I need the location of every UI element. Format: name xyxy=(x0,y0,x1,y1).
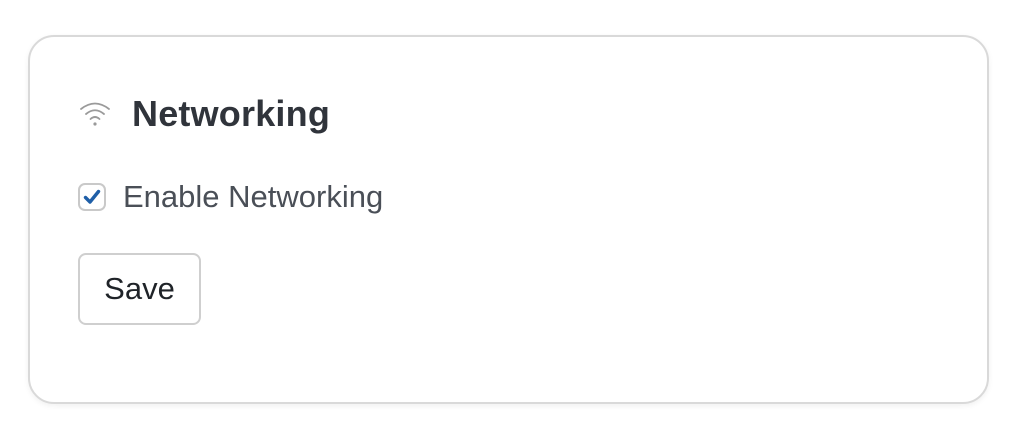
enable-networking-label: Enable Networking xyxy=(123,179,384,214)
enable-networking-checkbox[interactable] xyxy=(78,183,106,211)
panel-header: Networking xyxy=(78,92,330,136)
save-button[interactable]: Save xyxy=(78,253,201,325)
enable-networking-option[interactable]: Enable Networking xyxy=(78,177,383,217)
checkmark-icon xyxy=(83,189,101,204)
panel-title: Networking xyxy=(132,93,331,134)
wifi-icon xyxy=(78,97,112,131)
networking-panel: Networking Enable Networking Save xyxy=(28,35,989,404)
